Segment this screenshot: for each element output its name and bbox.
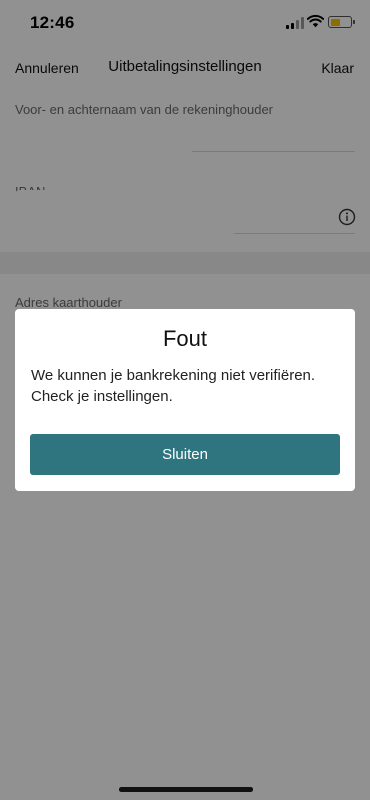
home-indicator-top [119,787,253,792]
alert-title: Fout [162,326,208,351]
close-button[interactable]: Sluiten [30,434,340,475]
error-alert: Fout We kunnen je bankrekening niet veri… [15,309,355,491]
alert-message: We kunnen je bankrekening niet verifiëre… [31,367,316,405]
